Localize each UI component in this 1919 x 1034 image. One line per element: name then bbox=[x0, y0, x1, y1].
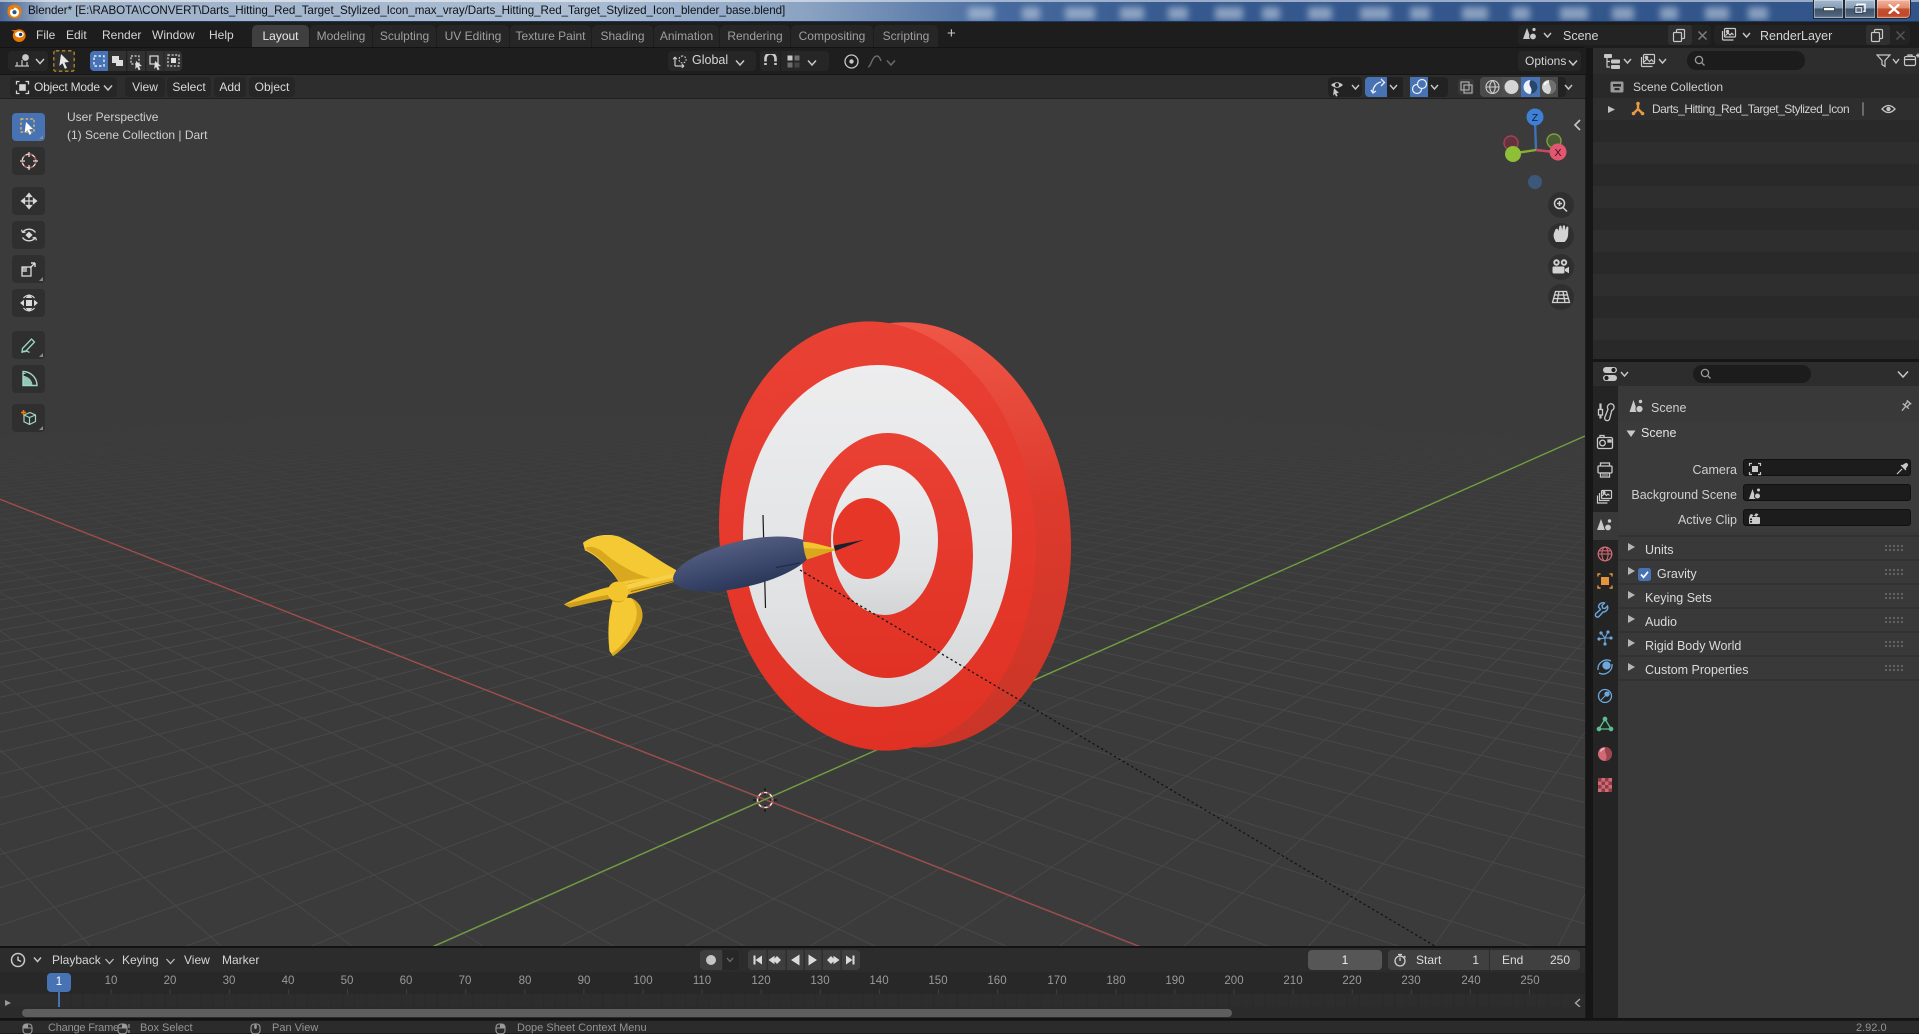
svg-text:X: X bbox=[1554, 147, 1561, 159]
svg-text:Z: Z bbox=[1532, 112, 1539, 124]
